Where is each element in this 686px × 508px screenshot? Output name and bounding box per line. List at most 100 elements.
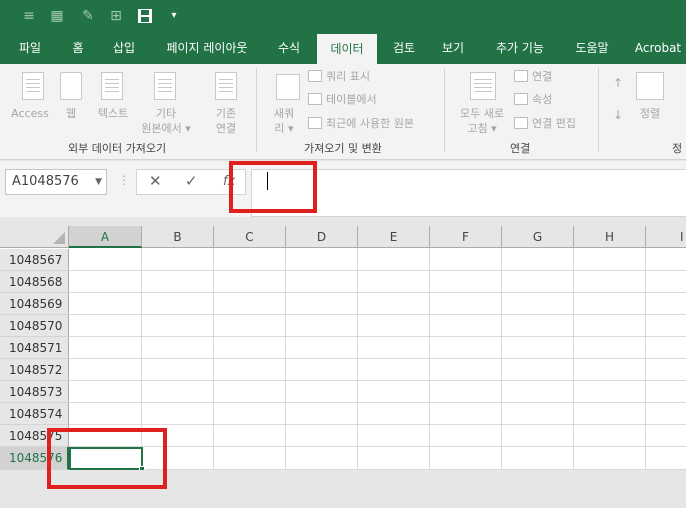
- column-header[interactable]: B: [142, 226, 214, 248]
- row-header[interactable]: 1048571: [0, 337, 69, 359]
- text-button[interactable]: 텍스트: [92, 106, 134, 121]
- group-separator: [598, 68, 599, 152]
- column-header[interactable]: I: [646, 226, 686, 248]
- other-sources-label-2[interactable]: 원본에서 ▾: [134, 121, 198, 136]
- existing-connections-icon: [215, 72, 237, 100]
- row-header[interactable]: 1048569: [0, 293, 69, 315]
- quick-access-toolbar: ≡ ▦ ✎ ⊞ ▾: [0, 0, 686, 34]
- show-query-icon: [308, 70, 322, 82]
- row-header[interactable]: 1048572: [0, 359, 69, 381]
- properties-button[interactable]: 속성: [514, 91, 552, 109]
- menu-icon[interactable]: ≡: [21, 8, 37, 24]
- formula-bar-grip-icon: ⋮: [118, 173, 130, 187]
- existing-connections-label-1[interactable]: 기존: [208, 106, 244, 121]
- row-header[interactable]: 1048568: [0, 271, 69, 293]
- show-query-button[interactable]: 쿼리 표시: [308, 68, 370, 86]
- existing-connections-label-2[interactable]: 연결: [208, 121, 244, 136]
- name-box-value: A1048576: [12, 174, 79, 189]
- new-query-label-1[interactable]: 새쿼: [266, 106, 302, 121]
- column-header[interactable]: D: [286, 226, 358, 248]
- tab-add-ins[interactable]: 추가 기능: [486, 34, 554, 64]
- enter-icon[interactable]: ✓: [185, 172, 198, 190]
- gridline: [69, 380, 686, 381]
- gridline: [69, 424, 686, 425]
- name-box[interactable]: A1048576 ▼: [5, 169, 107, 195]
- highlight-box-active-cell: [47, 428, 167, 489]
- column-header[interactable]: F: [430, 226, 502, 248]
- column-header[interactable]: H: [574, 226, 646, 248]
- save-icon[interactable]: [137, 8, 153, 24]
- sort-desc-icon[interactable]: ↓: [610, 108, 626, 123]
- formula-bar: A1048576 ▼ ⋮ ✕ ✓ fx: [0, 161, 686, 217]
- refresh-all-label-1[interactable]: 모두 새로: [452, 106, 512, 121]
- column-header[interactable]: E: [358, 226, 430, 248]
- gridline: [69, 336, 686, 337]
- web-button[interactable]: 웹: [60, 106, 82, 121]
- recent-sources-label: 최근에 사용한 원본: [326, 117, 414, 130]
- sort-asc-icon[interactable]: ↑: [610, 76, 626, 91]
- group-label-connections: 연결: [510, 142, 531, 155]
- column-header[interactable]: C: [214, 226, 286, 248]
- cancel-icon[interactable]: ✕: [149, 172, 162, 190]
- tab-formulas[interactable]: 수식: [268, 34, 310, 64]
- row-header[interactable]: 1048567: [0, 249, 69, 271]
- edit-links-label: 연결 편집: [532, 117, 576, 130]
- tab-insert[interactable]: 삽입: [104, 34, 144, 64]
- new-query-label-2[interactable]: 리 ▾: [266, 121, 302, 136]
- gridline: [573, 248, 574, 470]
- refresh-all-label-2[interactable]: 고침 ▾: [452, 121, 512, 136]
- other-sources-label-1[interactable]: 기타: [134, 106, 198, 121]
- tab-home[interactable]: 홈: [62, 34, 94, 64]
- brush-icon[interactable]: ✎: [80, 8, 96, 24]
- gridline: [69, 292, 686, 293]
- refresh-all-icon: [470, 72, 496, 100]
- gridline: [357, 248, 358, 470]
- recent-sources-button[interactable]: 최근에 사용한 원본: [308, 115, 414, 133]
- gridline: [69, 314, 686, 315]
- select-all-corner[interactable]: [0, 226, 69, 248]
- connections-label: 연결: [532, 70, 553, 83]
- column-header[interactable]: A: [69, 226, 142, 248]
- group-label-external-data: 외부 데이터 가져오기: [68, 142, 167, 155]
- ribbon-tabs: 파일 홈 삽입 페이지 레이아웃 수식 데이터 검토 보기 추가 기능 도움말 …: [0, 34, 686, 64]
- edit-links-button[interactable]: 연결 편집: [514, 115, 576, 133]
- access-icon: [22, 72, 44, 100]
- from-table-label: 테이블에서: [326, 93, 377, 106]
- column-header[interactable]: G: [502, 226, 574, 248]
- gridline: [285, 248, 286, 470]
- from-table-button[interactable]: 테이블에서: [308, 91, 377, 109]
- customize-dropdown-icon[interactable]: ▾: [166, 8, 182, 24]
- gridline: [213, 248, 214, 470]
- web-icon: [60, 72, 82, 100]
- sort-icon: [636, 72, 664, 100]
- properties-label: 속성: [532, 93, 553, 106]
- sort-button[interactable]: 정렬: [632, 106, 668, 121]
- tab-file[interactable]: 파일: [8, 34, 52, 64]
- show-query-label: 쿼리 표시: [326, 70, 370, 83]
- group-label-get-transform: 가져오기 및 변환: [304, 142, 382, 155]
- highlight-box-formula-bar: [229, 161, 317, 213]
- form-icon[interactable]: ▦: [49, 8, 65, 24]
- other-sources-icon: [154, 72, 176, 100]
- group-label-sort-filter: 정: [672, 142, 683, 155]
- tab-view[interactable]: 보기: [433, 34, 473, 64]
- gridline: [645, 248, 646, 470]
- connections-icon: [514, 70, 528, 82]
- connections-button[interactable]: 연결: [514, 68, 552, 86]
- access-button[interactable]: Access: [8, 106, 52, 121]
- table-icon[interactable]: ⊞: [108, 8, 124, 24]
- ribbon-data: Access 웹 텍스트 기타 원본에서 ▾ 기존 연결 외부 데이터 가져오기…: [0, 64, 686, 160]
- row-header[interactable]: 1048574: [0, 403, 69, 425]
- tab-help[interactable]: 도움말: [566, 34, 618, 64]
- name-box-dropdown-icon[interactable]: ▼: [95, 170, 102, 194]
- gridline: [429, 248, 430, 470]
- edit-links-icon: [514, 117, 528, 129]
- tab-page-layout[interactable]: 페이지 레이아웃: [156, 34, 258, 64]
- tab-review[interactable]: 검토: [384, 34, 424, 64]
- tab-data[interactable]: 데이터: [317, 34, 377, 64]
- row-header[interactable]: 1048570: [0, 315, 69, 337]
- new-query-icon: [276, 74, 300, 100]
- gridline: [501, 248, 502, 470]
- row-header[interactable]: 1048573: [0, 381, 69, 403]
- tab-acrobat[interactable]: Acrobat: [630, 34, 686, 64]
